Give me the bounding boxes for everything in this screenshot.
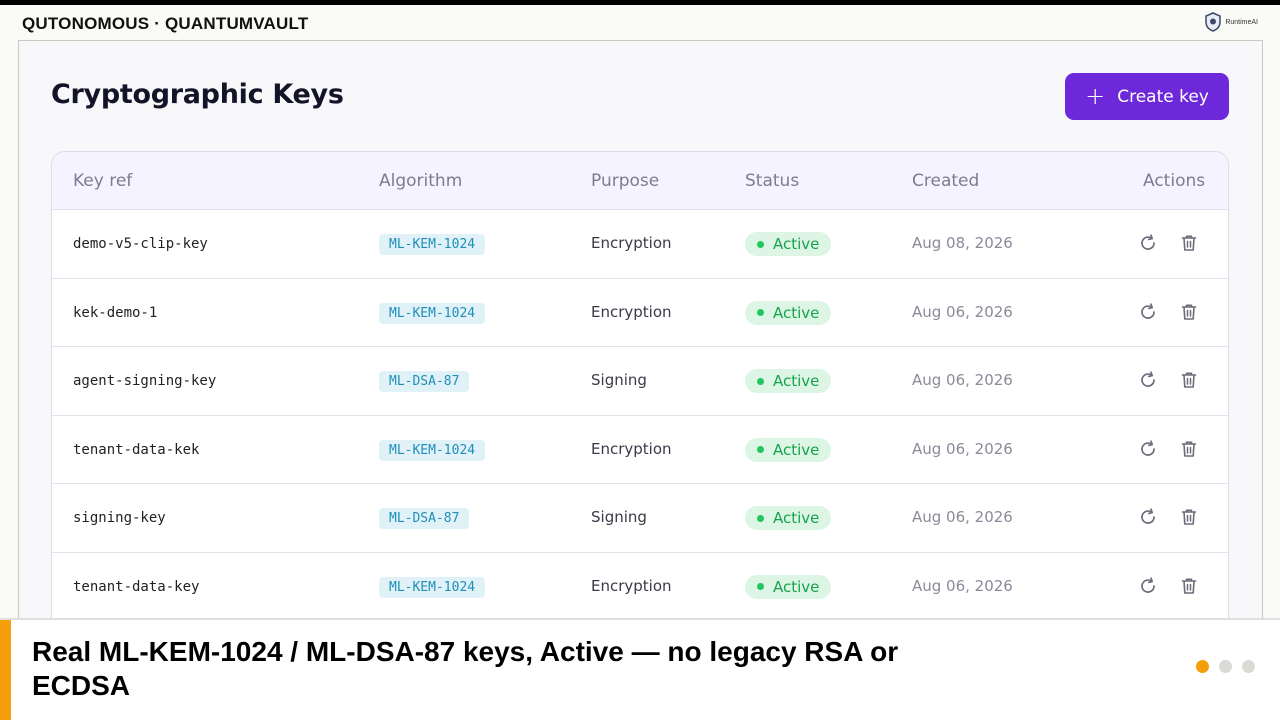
table-row[interactable]: agent-signing-key ML-DSA-87 Signing Active A… <box>52 347 1228 416</box>
trash-icon[interactable] <box>1179 302 1199 322</box>
created-cell: Aug 08, 2026 <box>912 234 1013 252</box>
trash-icon[interactable] <box>1179 576 1199 596</box>
keys-table: Key ref Algorithm Purpose Status Created… <box>51 151 1229 639</box>
rotate-icon[interactable] <box>1138 370 1158 390</box>
status-label: Active <box>773 577 820 596</box>
pager-dot[interactable] <box>1242 660 1255 673</box>
created-cell: Aug 06, 2026 <box>912 439 1013 458</box>
slide-pager <box>1196 660 1255 673</box>
purpose-cell: Encryption <box>591 302 672 321</box>
create-key-label: Create key <box>1117 86 1209 107</box>
purpose-cell: Encryption <box>591 439 672 458</box>
status-badge: Active <box>745 506 832 530</box>
column-header-created: Created <box>912 171 980 191</box>
top-bar <box>0 0 1280 5</box>
key-ref-cell: tenant-data-key <box>73 578 200 595</box>
status-label: Active <box>773 303 820 322</box>
algorithm-badge: ML-KEM-1024 <box>379 439 486 461</box>
status-label: Active <box>773 235 820 253</box>
algorithm-badge: ML-DSA-87 <box>379 371 470 392</box>
status-badge: Active <box>745 232 832 256</box>
rotate-icon[interactable] <box>1138 507 1158 527</box>
shield-icon <box>1205 12 1222 32</box>
status-label: Active <box>773 440 820 459</box>
created-cell: Aug 06, 2026 <box>912 302 1013 321</box>
status-dot-icon <box>757 514 764 522</box>
status-badge: Active <box>745 300 832 325</box>
algorithm-badge: ML-KEM-1024 <box>379 302 486 324</box>
page-title: Cryptographic Keys <box>51 79 344 110</box>
create-key-button[interactable]: + Create key <box>1065 73 1229 120</box>
key-ref-cell: signing-key <box>73 510 166 526</box>
rotate-icon[interactable] <box>1138 233 1158 253</box>
purpose-cell: Signing <box>591 371 647 389</box>
algorithm-badge: ML-KEM-1024 <box>379 576 486 598</box>
status-badge: Active <box>745 437 832 462</box>
created-cell: Aug 06, 2026 <box>912 371 1013 389</box>
key-ref-cell: kek-demo-1 <box>73 304 158 321</box>
table-header: Key ref Algorithm Purpose Status Created… <box>52 152 1228 210</box>
runtime-logo: RuntimeAI <box>1204 12 1258 32</box>
table-row[interactable]: tenant-data-kek ML-KEM-1024 Encryption Acti… <box>52 416 1228 484</box>
table-row[interactable]: kek-demo-1 ML-KEM-1024 Encryption Active Aug… <box>52 279 1228 347</box>
table-row[interactable]: demo-v5-clip-key ML-KEM-1024 Encryption Act… <box>52 210 1228 279</box>
column-header-purpose: Purpose <box>591 171 660 191</box>
table-row[interactable]: signing-key ML-DSA-87 Signing Active Aug 06,… <box>52 484 1228 553</box>
purpose-cell: Signing <box>591 508 647 526</box>
table-body: demo-v5-clip-key ML-KEM-1024 Encryption Act… <box>52 210 1228 621</box>
trash-icon[interactable] <box>1179 507 1199 527</box>
algorithm-badge: ML-DSA-87 <box>379 508 470 529</box>
trash-icon[interactable] <box>1179 370 1199 390</box>
status-label: Active <box>773 372 820 390</box>
rotate-icon[interactable] <box>1138 302 1158 322</box>
status-dot-icon <box>757 240 764 248</box>
pager-dot[interactable] <box>1219 660 1232 673</box>
app-frame: Cryptographic Keys + Create key Key ref … <box>18 40 1263 640</box>
caption-accent-bar <box>0 620 11 720</box>
column-header-key-ref: Key ref <box>73 171 133 191</box>
rotate-icon[interactable] <box>1138 439 1158 459</box>
status-badge: Active <box>745 369 832 393</box>
brand-title: QUTONOMOUS · QUANTUMVAULT <box>22 14 309 33</box>
column-header-algorithm: Algorithm <box>379 171 463 191</box>
caption-panel: Real ML-KEM-1024 / ML-DSA-87 keys, Activ… <box>0 618 1280 720</box>
status-dot-icon <box>757 583 764 590</box>
key-ref-cell: tenant-data-kek <box>73 441 200 458</box>
plus-icon: + <box>1085 81 1106 110</box>
caption-text: Real ML-KEM-1024 / ML-DSA-87 keys, Activ… <box>32 636 899 701</box>
purpose-cell: Encryption <box>591 234 672 252</box>
status-badge: Active <box>745 574 832 599</box>
trash-icon[interactable] <box>1179 233 1199 253</box>
column-header-status: Status <box>745 171 800 191</box>
pager-dot[interactable] <box>1196 660 1209 673</box>
status-dot-icon <box>757 377 764 385</box>
key-ref-cell: demo-v5-clip-key <box>73 236 208 252</box>
rotate-icon[interactable] <box>1138 576 1158 596</box>
purpose-cell: Encryption <box>591 576 672 595</box>
trash-icon[interactable] <box>1179 439 1199 459</box>
table-row[interactable]: tenant-data-key ML-KEM-1024 Encryption Acti… <box>52 553 1228 621</box>
algorithm-badge: ML-KEM-1024 <box>379 234 486 255</box>
created-cell: Aug 06, 2026 <box>912 576 1013 595</box>
status-label: Active <box>773 509 820 527</box>
created-cell: Aug 06, 2026 <box>912 508 1013 526</box>
column-header-actions: Actions <box>1143 171 1206 191</box>
status-dot-icon <box>757 446 764 453</box>
runtime-logo-label: RuntimeAI <box>1225 18 1258 26</box>
status-dot-icon <box>757 309 764 316</box>
key-ref-cell: agent-signing-key <box>73 373 217 389</box>
